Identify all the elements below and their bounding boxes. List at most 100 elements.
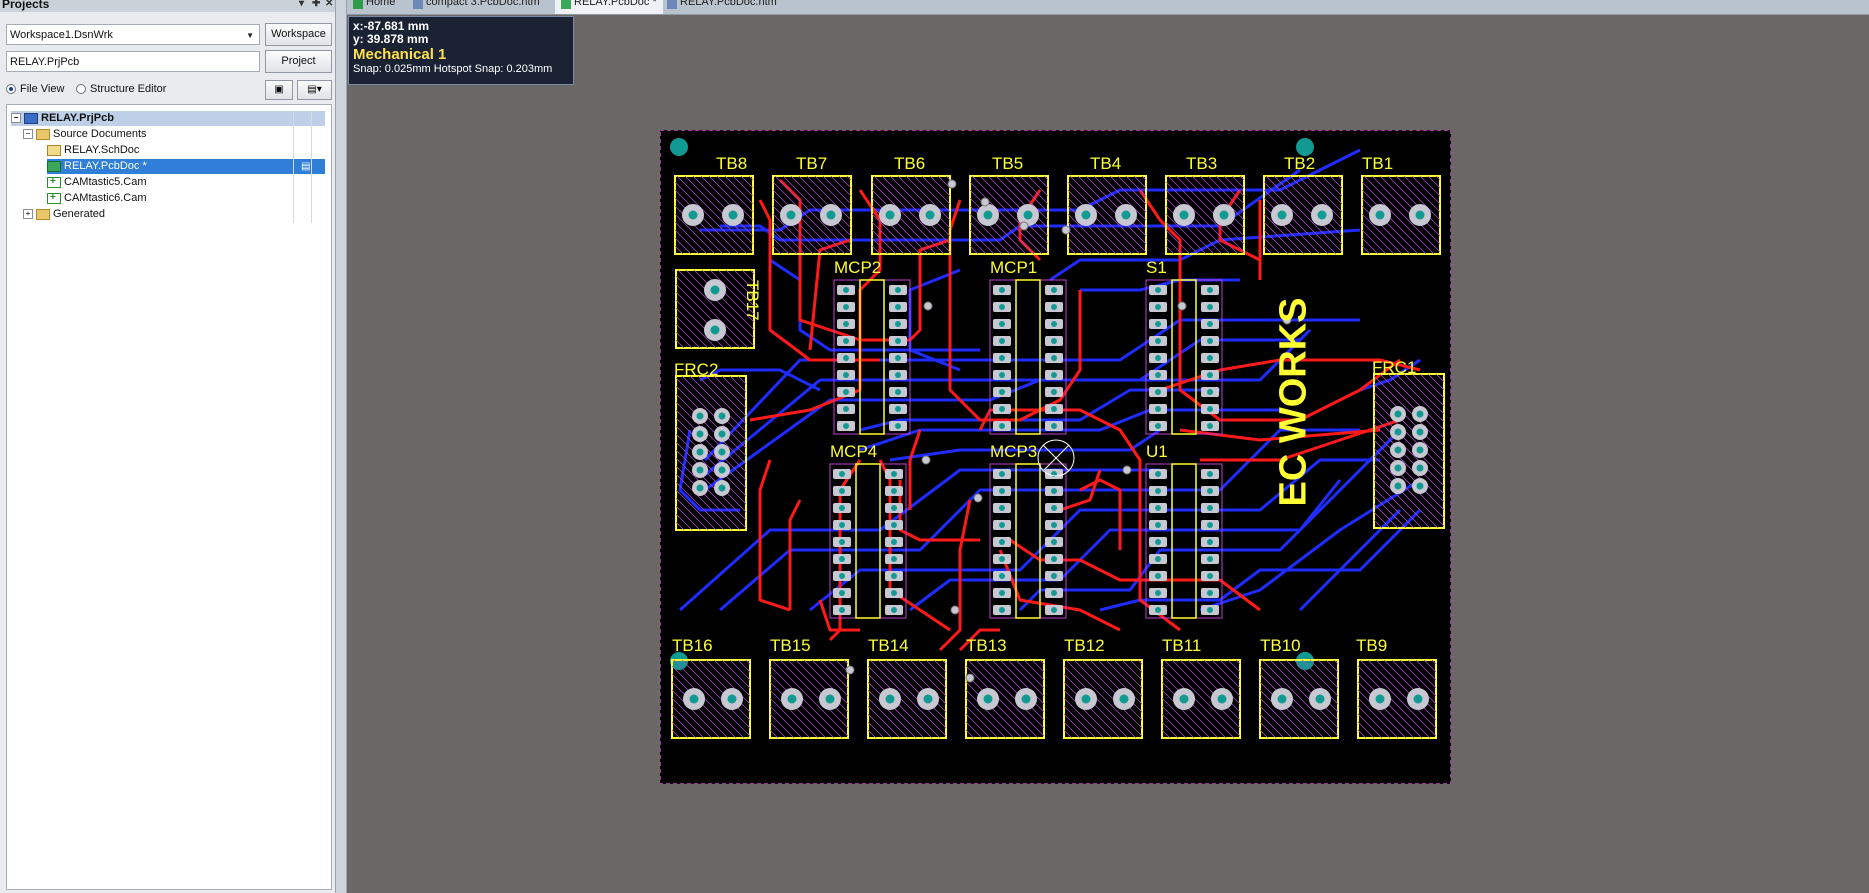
drill-hole [1155,372,1161,378]
designator-tb14: TB14 [868,636,909,655]
drill-hole [1051,607,1057,613]
drill-hole [826,210,836,220]
tree-item-label: RELAY.PcbDoc * [64,160,147,172]
drill-hole [1119,694,1129,704]
project-field-value: RELAY.PrjPcb [10,56,80,68]
drill-hole [718,484,726,492]
drill-hole [1155,522,1161,528]
drill-hole [1051,406,1057,412]
drill-hole [999,556,1005,562]
designator-tb9: TB9 [1356,636,1388,655]
cam-document-icon [47,190,61,205]
chevron-down-icon[interactable]: ▼ [246,25,254,46]
tree-item-label: CAMtastic6.Cam [64,192,147,204]
drill-hole [1051,321,1057,327]
drill-hole [1217,694,1227,704]
collapse-icon[interactable]: − [23,129,33,140]
schematic-document-icon [47,144,61,156]
structure-editor-radio[interactable]: Structure Editor [76,83,166,95]
drill-hole [895,321,901,327]
drill-hole [1416,446,1424,454]
expand-icon[interactable]: + [23,209,33,220]
drill-hole [1155,471,1161,477]
drill-hole [999,406,1005,412]
drill-hole [839,590,845,596]
via [980,197,990,207]
tree-item-schdoc[interactable]: RELAY.SchDoc [47,143,139,158]
drill-hole [1155,406,1161,412]
workspace-combo[interactable]: Workspace1.DsnWrk ▼ [6,24,260,45]
tab-label: RELAY.PcbDoc * [574,0,657,8]
pcb-canvas [659,129,1452,785]
drill-hole [839,573,845,579]
drill-hole [839,607,845,613]
via [923,301,933,311]
drill-hole [1155,321,1161,327]
drill-hole [728,210,738,220]
drill-hole [999,287,1005,293]
drill-hole [839,488,845,494]
drill-hole [696,430,704,438]
tree-item-source-documents[interactable]: − Source Documents [23,127,147,142]
tree-item-generated[interactable]: + Generated [23,207,105,222]
drill-hole [1375,694,1385,704]
designator-u1: U1 [1146,442,1168,461]
drill-hole [999,321,1005,327]
drill-hole [718,430,726,438]
file-view-radio[interactable]: File View [6,83,64,95]
drill-hole [885,210,895,220]
drill-hole [1207,590,1213,596]
tree-item-cam5[interactable]: CAMtastic5.Cam [47,174,147,190]
drill-hole [895,423,901,429]
drill-hole [718,412,726,420]
drill-hole [891,522,897,528]
tab-relay-report[interactable]: RELAY.PcbDoc.htm [667,0,777,14]
column-divider [293,111,294,223]
project-field[interactable]: RELAY.PrjPcb [6,51,260,72]
drill-hole [891,607,897,613]
drill-hole [1155,355,1161,361]
panel-pin-icon[interactable]: ✚ [310,0,320,9]
drill-hole [839,522,845,528]
drill-hole [1081,694,1091,704]
drill-hole [1207,539,1213,545]
drill-hole [843,389,849,395]
project-options-button[interactable]: ▣ [265,80,293,100]
via [1122,465,1132,475]
drill-hole [689,694,699,704]
via [1019,221,1029,231]
designator-tb6: TB6 [894,154,926,173]
drill-hole [1317,210,1327,220]
pcb-board[interactable]: TB8 TB7 TB6 TB5 TB4 TB3 TB2 TB1 TB16 TB1… [659,129,1452,785]
drill-hole [843,423,849,429]
tab-relay-pcbdoc[interactable]: RELAY.PcbDoc * [555,0,663,14]
tree-item-pcbdoc[interactable]: RELAY.PcbDoc * ▤ [47,159,325,174]
via [950,605,960,615]
designator-tb5: TB5 [992,154,1024,173]
tab-compact3-report[interactable]: compact 3.PcbDoc.htm [413,0,540,14]
designator-tb7: TB7 [796,154,828,173]
panel-splitter[interactable] [336,0,347,893]
drill-hole [1375,210,1385,220]
workspace-combo-value: Workspace1.DsnWrk [10,29,113,41]
drill-hole [1051,573,1057,579]
project-button[interactable]: Project [265,50,332,73]
designator-s1: S1 [1146,258,1167,277]
tree-item-project[interactable]: − RELAY.PrjPcb [11,111,325,126]
cursor-y-readout: y: 39.878 mm [353,32,429,46]
drill-hole [999,488,1005,494]
designator-mcp2: MCP2 [834,258,882,277]
collapse-icon[interactable]: − [11,113,21,124]
drill-hole [999,505,1005,511]
panel-menu-icon[interactable]: ▾ [297,0,304,9]
drill-hole [1416,482,1424,490]
drill-hole [1207,423,1213,429]
panel-close-icon[interactable]: ✕ [323,0,333,9]
workspace-button[interactable]: Workspace [265,23,332,46]
tree-item-cam6[interactable]: CAMtastic6.Cam [47,190,147,206]
project-actions-button[interactable]: ▤▾ [297,80,332,100]
drill-hole [839,471,845,477]
tab-home[interactable]: Home [353,0,395,14]
tree-item-label: CAMtastic5.Cam [64,176,147,188]
cam-document-icon [47,174,61,189]
